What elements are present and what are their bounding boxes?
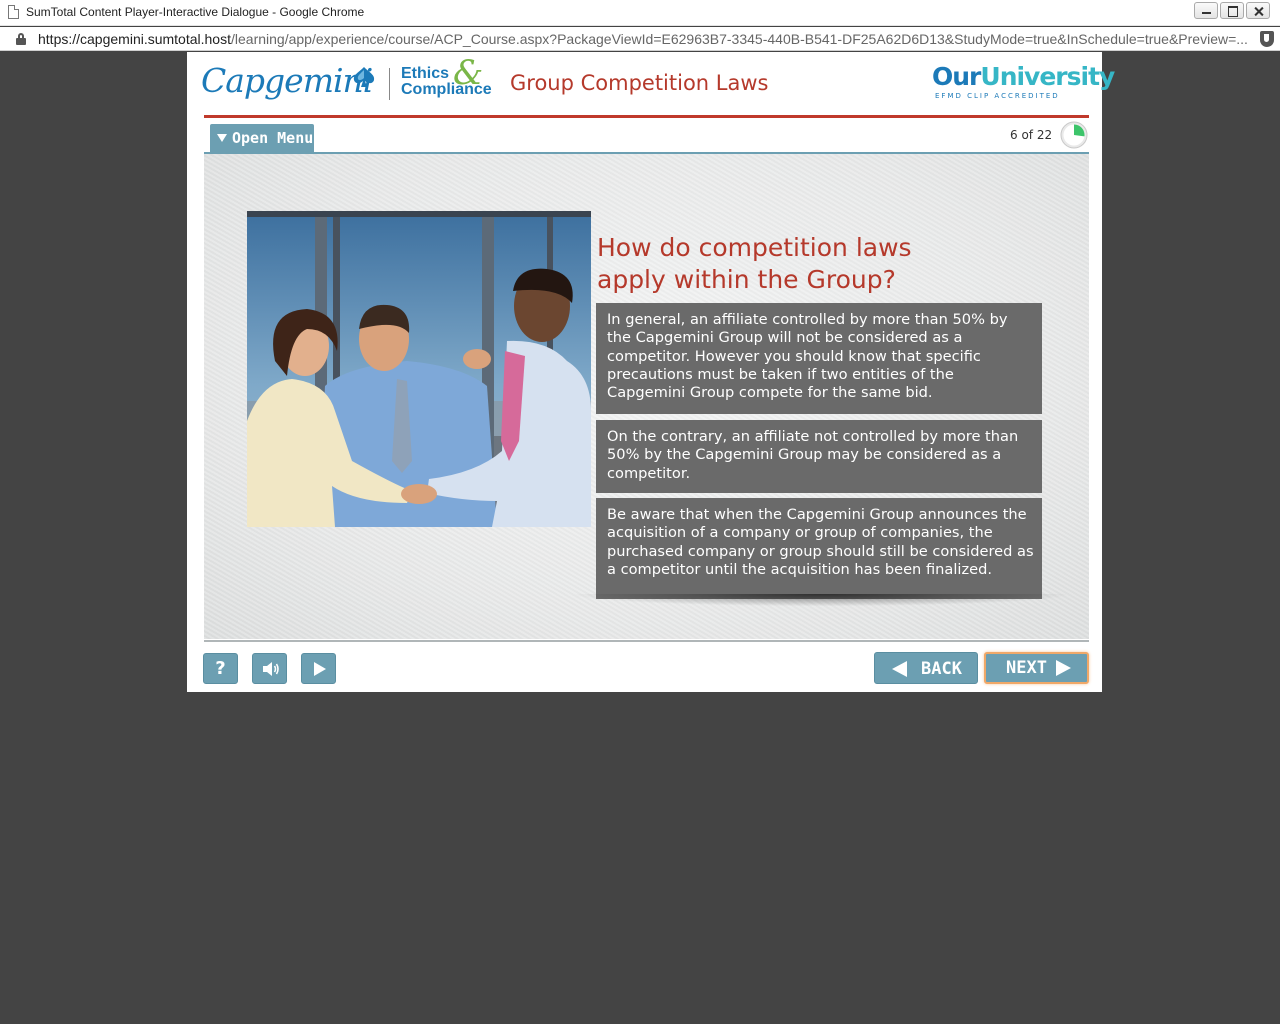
window-controls: [1192, 2, 1270, 19]
footer-rule: [204, 640, 1089, 642]
help-button[interactable]: ?: [203, 653, 238, 684]
spade-logo-icon: [353, 67, 375, 87]
info-card-1: In general, an affiliate controlled by m…: [596, 303, 1042, 414]
lock-icon: [16, 33, 26, 45]
slide-heading-line2: apply within the Group?: [597, 265, 896, 294]
url-host: https://capgemini.sumtotal.host: [38, 31, 231, 47]
url-text[interactable]: https://capgemini.sumtotal.host/learning…: [38, 31, 1248, 47]
course-header: Capgemini Ethics Compliance & Group Comp…: [187, 52, 1115, 114]
next-button[interactable]: NEXT: [984, 652, 1089, 684]
our-label: Our: [932, 62, 981, 91]
info-card-3: Be aware that when the Capgemini Group a…: [596, 498, 1042, 599]
play-icon: [314, 662, 326, 676]
slide-heading: How do competition laws apply within the…: [597, 232, 997, 296]
window-title: SumTotal Content Player-Interactive Dial…: [26, 5, 365, 19]
play-button[interactable]: [301, 653, 336, 684]
open-menu-button[interactable]: Open Menu: [210, 124, 314, 152]
back-button[interactable]: BACK: [874, 652, 978, 684]
window-titlebar: SumTotal Content Player-Interactive Dial…: [0, 0, 1280, 26]
university-label: University: [980, 62, 1115, 91]
arrow-right-icon: [1056, 660, 1071, 676]
progress-pie-icon: [1060, 121, 1088, 149]
slide-heading-line1: How do competition laws: [597, 233, 912, 262]
our-university-logo: OurUniversity: [932, 62, 1115, 91]
header-rule: [204, 115, 1089, 118]
open-menu-label: Open Menu: [232, 129, 314, 147]
header-divider: [389, 68, 390, 100]
triangle-down-icon: [217, 134, 227, 142]
extension-shield-icon[interactable]: [1260, 31, 1274, 47]
accreditation-label: EFMD CLIP ACCREDITED: [935, 92, 1060, 100]
url-path: /learning/app/experience/course/ACP_Cour…: [231, 31, 1248, 47]
audio-button[interactable]: [252, 653, 287, 684]
maximize-button[interactable]: [1220, 2, 1244, 19]
page-counter: 6 of 22: [1010, 128, 1053, 142]
card-shadow: [576, 594, 1066, 606]
ampersand-mark: &: [453, 53, 484, 93]
minimize-button[interactable]: [1194, 2, 1218, 19]
business-handshake-photo: [247, 211, 591, 527]
back-label: BACK: [921, 659, 962, 679]
course-player: Capgemini Ethics Compliance & Group Comp…: [187, 52, 1115, 692]
info-card-2: On the contrary, an affiliate not contro…: [596, 420, 1042, 493]
close-button[interactable]: [1246, 2, 1270, 19]
capgemini-logo: Capgemini: [201, 61, 373, 100]
slide-stage: How do competition laws apply within the…: [204, 154, 1089, 639]
next-label: NEXT: [1006, 658, 1047, 678]
arrow-left-icon: [892, 661, 907, 677]
address-bar[interactable]: https://capgemini.sumtotal.host/learning…: [0, 27, 1280, 51]
course-title: Group Competition Laws: [510, 71, 769, 95]
speaker-icon: [263, 662, 279, 676]
page-icon: [8, 5, 19, 19]
